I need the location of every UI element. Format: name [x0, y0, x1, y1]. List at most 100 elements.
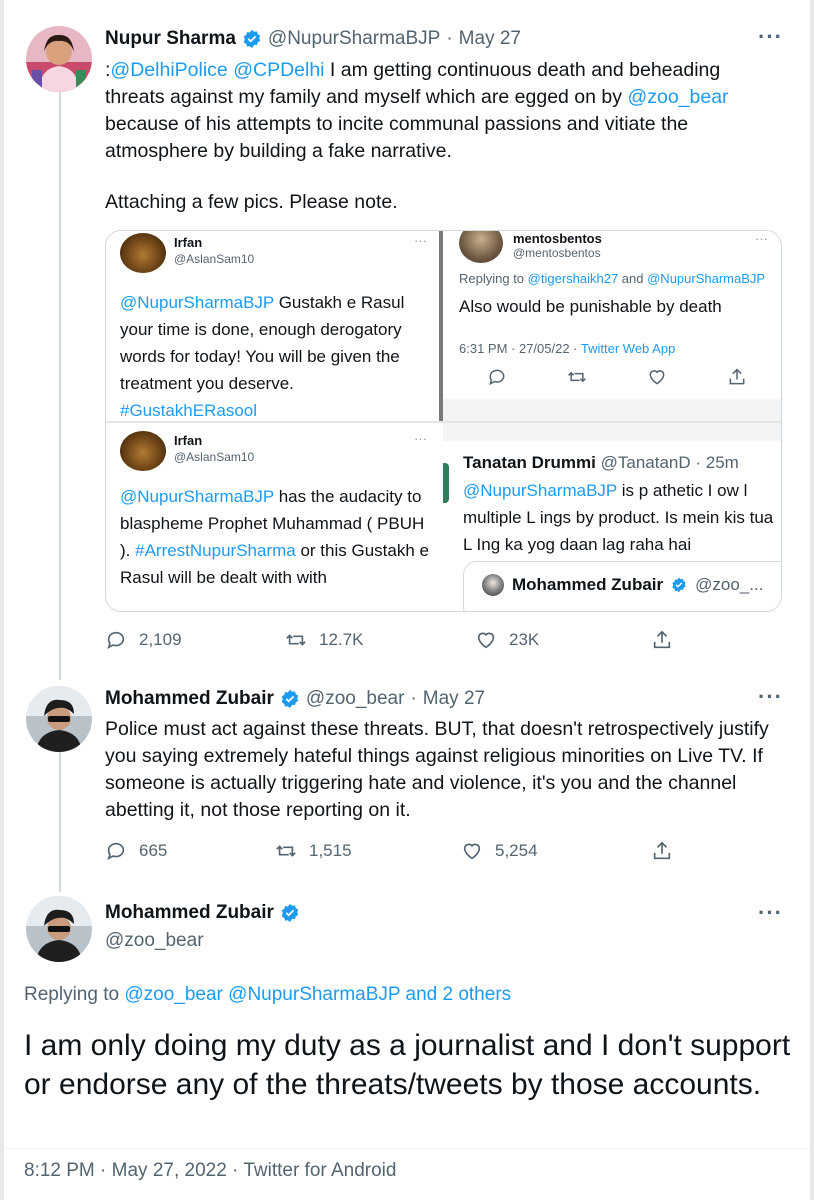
panel-text: Also would be punishable by death — [459, 297, 722, 316]
panel-author-handle: @TanatanD — [600, 453, 691, 472]
avatar-mohammed-zubair[interactable] — [26, 686, 92, 752]
quoted-author-name: Mohammed Zubair — [512, 575, 664, 594]
tweet-body-line2: Attaching a few pics. Please note. — [105, 191, 398, 213]
focused-tweet-text: I am only doing my duty as a journalist … — [24, 1029, 791, 1101]
reply-icon — [107, 842, 125, 860]
retweet-icon — [568, 371, 586, 383]
media-divider — [106, 421, 781, 423]
replying-prefix: Replying to — [459, 271, 528, 286]
like-icon — [477, 632, 495, 649]
avatar-irfan — [120, 431, 166, 471]
panel-replying: Replying to @tigershaikh27 and @NupurSha… — [459, 271, 765, 286]
panel-green-edge — [443, 463, 449, 503]
share-button[interactable] — [651, 840, 673, 862]
panel-actions — [487, 367, 747, 387]
divider — [4, 1148, 810, 1149]
share-button[interactable] — [651, 629, 673, 651]
panel-hashtag: #GustakhERasool — [120, 401, 258, 420]
mention-zoo-bear[interactable]: @zoo_bear — [627, 86, 728, 108]
reply-count: 665 — [139, 841, 168, 860]
media-divider — [439, 231, 443, 421]
panel-author-name: mentosbentos — [513, 231, 602, 246]
tweet-header: Mohammed Zubair — [105, 902, 300, 924]
tweet-media-grid[interactable]: Irfan @AslanSam10 ··· @NupurSharmaBJP Gu… — [105, 230, 782, 612]
mention-cpdelhi[interactable]: @CPDelhi — [233, 59, 324, 81]
like-icon — [649, 370, 665, 385]
reply-icon — [489, 369, 505, 386]
tweet-date[interactable]: May 27 — [423, 688, 485, 710]
panel-time: · 25m — [695, 453, 739, 472]
media-panel-1[interactable]: Irfan @AslanSam10 ··· @NupurSharmaBJP Gu… — [106, 231, 439, 421]
thread-line — [59, 752, 61, 892]
tweet-actions: 2,109 12.7K 23K — [105, 629, 685, 651]
quoted-avatar — [482, 574, 504, 596]
tweet-body: :@DelhiPolice @CPDelhi I am getting cont… — [105, 57, 765, 165]
more-options-icon: ··· — [414, 431, 427, 446]
tweet-timestamp[interactable]: 8:12 PM · May 27, 2022 · Twitter for And… — [24, 1160, 396, 1182]
reply-button[interactable]: 665 — [105, 840, 275, 862]
panel-time: 6:31 PM · 27/05/22 · — [459, 341, 581, 356]
panel-hashtag: #ArrestNupurSharma — [135, 541, 296, 560]
replying-to: Replying to @zoo_bear @NupurSharmaBJP an… — [24, 984, 511, 1006]
tweet-header: Nupur Sharma @NupurSharmaBJP · May 27 — [105, 28, 521, 50]
retweet-icon — [286, 634, 306, 646]
like-icon — [463, 843, 481, 860]
reply-others-link[interactable]: and 2 others — [406, 984, 512, 1005]
retweet-button[interactable]: 12.7K — [285, 629, 475, 651]
panel-text: @NupurSharmaBJP has the audacity to blas… — [120, 483, 432, 591]
retweet-count: 12.7K — [319, 630, 364, 649]
more-options-icon[interactable]: ··· — [758, 684, 783, 710]
verified-badge-icon — [242, 29, 262, 49]
retweet-button[interactable]: 1,515 — [275, 840, 461, 862]
more-options-icon[interactable]: ··· — [758, 24, 783, 50]
tweet-body: Police must act against these threats. B… — [105, 718, 769, 821]
panel-mention: @NupurSharmaBJP — [120, 487, 274, 506]
reply-mention-zoo-bear[interactable]: @zoo_bear — [124, 984, 223, 1005]
like-count: 23K — [509, 630, 540, 649]
like-button[interactable]: 5,254 — [461, 840, 651, 862]
reply-button[interactable]: 2,109 — [105, 629, 285, 651]
tweet-header: Mohammed Zubair @zoo_bear · May 27 — [105, 688, 485, 710]
reply-mention: @NupurSharmaBJP — [647, 271, 766, 286]
replying-prefix: Replying to — [24, 984, 125, 1005]
reply-count: 2,109 — [139, 630, 182, 649]
panel-mention: @NupurSharmaBJP — [463, 481, 617, 500]
separator-dot: · — [410, 688, 417, 709]
author-name[interactable]: Mohammed Zubair — [105, 688, 274, 710]
tweet-date[interactable]: May 27 — [459, 28, 521, 50]
reply-mention-nupur[interactable]: @NupurSharmaBJP — [228, 984, 400, 1005]
panel-top-strip — [443, 423, 781, 441]
panel-author-name: Irfan — [174, 433, 203, 448]
more-options-icon: ··· — [755, 231, 768, 246]
verified-badge-icon — [280, 689, 300, 709]
author-handle[interactable]: @zoo_bear — [105, 930, 204, 952]
avatar-mentosbentos — [459, 231, 503, 263]
reply-mention: @tigershaikh27 — [527, 271, 619, 286]
panel-author-name: Tanatan Drummi — [463, 453, 596, 472]
more-options-icon[interactable]: ··· — [758, 900, 783, 926]
media-panel-2[interactable]: mentosbentos @mentosbentos ··· Replying … — [443, 231, 781, 421]
panel-mention: @NupurSharmaBJP — [120, 293, 274, 312]
thread-line — [59, 92, 61, 680]
media-panel-3[interactable]: Irfan @AslanSam10 ··· @NupurSharmaBJP ha… — [106, 423, 439, 611]
author-handle[interactable]: @NupurSharmaBJP — [268, 28, 440, 50]
author-name[interactable]: Mohammed Zubair — [105, 902, 274, 924]
mention-delhipolice[interactable]: @DelhiPolice — [110, 59, 227, 81]
verified-badge-icon — [672, 577, 686, 593]
panel-source: Twitter Web App — [580, 341, 676, 356]
like-button[interactable]: 23K — [475, 629, 651, 651]
panel-text: @NupurSharmaBJP Gustakh e Rasul your tim… — [120, 289, 432, 421]
author-name[interactable]: Nupur Sharma — [105, 28, 236, 50]
reply-and: and — [618, 271, 648, 286]
panel-text: @NupurSharmaBJP is p athetic I ow l mult… — [463, 477, 781, 558]
author-handle[interactable]: @zoo_bear — [306, 688, 405, 710]
media-panel-4[interactable]: Tanatan Drummi @TanatanD · 25m @NupurSha… — [443, 423, 781, 611]
panel-gray-strip — [443, 399, 781, 421]
panel-author-handle: @mentosbentos — [513, 246, 601, 260]
avatar-mohammed-zubair[interactable] — [26, 896, 92, 962]
share-icon — [653, 630, 671, 649]
share-icon — [729, 368, 745, 385]
retweet-count: 1,515 — [309, 841, 352, 860]
avatar-nupur-sharma[interactable] — [26, 26, 92, 92]
more-options-icon: ··· — [414, 233, 427, 248]
